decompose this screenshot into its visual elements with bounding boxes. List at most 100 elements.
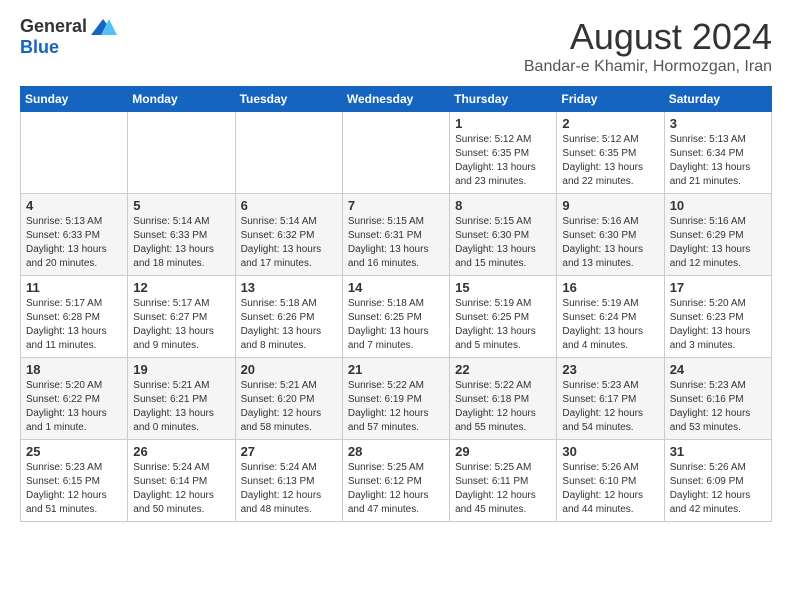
logo-icon xyxy=(89,17,117,37)
day-cell: 24 Sunrise: 5:23 AM Sunset: 6:16 PM Dayli… xyxy=(664,358,771,440)
day-number: 11 xyxy=(26,280,122,295)
logo-general-text: General xyxy=(20,16,87,37)
day-number: 26 xyxy=(133,444,229,459)
day-number: 16 xyxy=(562,280,658,295)
day-info: Sunrise: 5:24 AM Sunset: 6:13 PM Dayligh… xyxy=(241,461,337,517)
day-number: 18 xyxy=(26,362,122,377)
day-number: 4 xyxy=(26,198,122,213)
day-info: Sunrise: 5:13 AM Sunset: 6:33 PM Dayligh… xyxy=(26,215,122,271)
day-number: 8 xyxy=(455,198,551,213)
day-number: 23 xyxy=(562,362,658,377)
day-info: Sunrise: 5:20 AM Sunset: 6:23 PM Dayligh… xyxy=(670,297,766,353)
day-info: Sunrise: 5:23 AM Sunset: 6:17 PM Dayligh… xyxy=(562,379,658,435)
day-number: 25 xyxy=(26,444,122,459)
day-cell: 9 Sunrise: 5:16 AM Sunset: 6:30 PM Daylig… xyxy=(557,194,664,276)
header-cell-monday: Monday xyxy=(128,87,235,112)
day-info: Sunrise: 5:16 AM Sunset: 6:30 PM Dayligh… xyxy=(562,215,658,271)
day-number: 24 xyxy=(670,362,766,377)
day-cell: 22 Sunrise: 5:22 AM Sunset: 6:18 PM Dayli… xyxy=(450,358,557,440)
day-number: 22 xyxy=(455,362,551,377)
day-info: Sunrise: 5:13 AM Sunset: 6:34 PM Dayligh… xyxy=(670,133,766,189)
day-cell: 31Sunrise: 5:26 AM Sunset: 6:09 PM Dayli… xyxy=(664,440,771,522)
day-cell: 5 Sunrise: 5:14 AM Sunset: 6:33 PM Daylig… xyxy=(128,194,235,276)
day-number: 28 xyxy=(348,444,444,459)
day-info: Sunrise: 5:12 AM Sunset: 6:35 PM Dayligh… xyxy=(562,133,658,189)
day-cell: 10Sunrise: 5:16 AM Sunset: 6:29 PM Dayli… xyxy=(664,194,771,276)
day-number: 5 xyxy=(133,198,229,213)
logo: General Blue xyxy=(20,16,117,58)
day-info: Sunrise: 5:17 AM Sunset: 6:27 PM Dayligh… xyxy=(133,297,229,353)
day-cell: 29 Sunrise: 5:25 AM Sunset: 6:11 PM Dayli… xyxy=(450,440,557,522)
day-cell: 6 Sunrise: 5:14 AM Sunset: 6:32 PM Daylig… xyxy=(235,194,342,276)
day-cell xyxy=(128,112,235,194)
day-number: 15 xyxy=(455,280,551,295)
day-info: Sunrise: 5:12 AM Sunset: 6:35 PM Dayligh… xyxy=(455,133,551,189)
day-cell: 23 Sunrise: 5:23 AM Sunset: 6:17 PM Dayli… xyxy=(557,358,664,440)
day-info: Sunrise: 5:20 AM Sunset: 6:22 PM Dayligh… xyxy=(26,379,122,435)
week-row-2: 4 Sunrise: 5:13 AM Sunset: 6:33 PM Daylig… xyxy=(21,194,772,276)
week-row-1: 1 Sunrise: 5:12 AM Sunset: 6:35 PM Daylig… xyxy=(21,112,772,194)
day-info: Sunrise: 5:17 AM Sunset: 6:28 PM Dayligh… xyxy=(26,297,122,353)
day-info: Sunrise: 5:18 AM Sunset: 6:26 PM Dayligh… xyxy=(241,297,337,353)
logo-blue-text: Blue xyxy=(20,37,59,58)
day-info: Sunrise: 5:23 AM Sunset: 6:16 PM Dayligh… xyxy=(670,379,766,435)
day-cell: 14Sunrise: 5:18 AM Sunset: 6:25 PM Dayli… xyxy=(342,276,449,358)
day-cell: 16 Sunrise: 5:19 AM Sunset: 6:24 PM Dayli… xyxy=(557,276,664,358)
day-cell: 12 Sunrise: 5:17 AM Sunset: 6:27 PM Dayli… xyxy=(128,276,235,358)
day-cell: 18 Sunrise: 5:20 AM Sunset: 6:22 PM Dayli… xyxy=(21,358,128,440)
day-info: Sunrise: 5:26 AM Sunset: 6:10 PM Dayligh… xyxy=(562,461,658,517)
day-number: 1 xyxy=(455,116,551,131)
day-number: 3 xyxy=(670,116,766,131)
title-section: August 2024 Bandar-e Khamir, Hormozgan, … xyxy=(524,16,772,76)
day-info: Sunrise: 5:24 AM Sunset: 6:14 PM Dayligh… xyxy=(133,461,229,517)
day-cell: 13 Sunrise: 5:18 AM Sunset: 6:26 PM Dayli… xyxy=(235,276,342,358)
calendar-table: SundayMondayTuesdayWednesdayThursdayFrid… xyxy=(20,86,772,522)
header-cell-wednesday: Wednesday xyxy=(342,87,449,112)
day-info: Sunrise: 5:21 AM Sunset: 6:20 PM Dayligh… xyxy=(241,379,337,435)
day-cell: 8Sunrise: 5:15 AM Sunset: 6:30 PM Daylig… xyxy=(450,194,557,276)
day-cell: 11 Sunrise: 5:17 AM Sunset: 6:28 PM Dayli… xyxy=(21,276,128,358)
day-number: 30 xyxy=(562,444,658,459)
day-cell: 17 Sunrise: 5:20 AM Sunset: 6:23 PM Dayli… xyxy=(664,276,771,358)
day-number: 9 xyxy=(562,198,658,213)
day-cell: 30 Sunrise: 5:26 AM Sunset: 6:10 PM Dayli… xyxy=(557,440,664,522)
day-number: 17 xyxy=(670,280,766,295)
day-number: 19 xyxy=(133,362,229,377)
page-header: General Blue August 2024 Bandar-e Khamir… xyxy=(20,16,772,76)
day-cell: 3 Sunrise: 5:13 AM Sunset: 6:34 PM Daylig… xyxy=(664,112,771,194)
day-number: 20 xyxy=(241,362,337,377)
day-cell xyxy=(342,112,449,194)
day-info: Sunrise: 5:16 AM Sunset: 6:29 PM Dayligh… xyxy=(670,215,766,271)
day-info: Sunrise: 5:22 AM Sunset: 6:19 PM Dayligh… xyxy=(348,379,444,435)
day-number: 29 xyxy=(455,444,551,459)
day-info: Sunrise: 5:15 AM Sunset: 6:31 PM Dayligh… xyxy=(348,215,444,271)
day-info: Sunrise: 5:14 AM Sunset: 6:33 PM Dayligh… xyxy=(133,215,229,271)
day-info: Sunrise: 5:21 AM Sunset: 6:21 PM Dayligh… xyxy=(133,379,229,435)
day-cell: 15Sunrise: 5:19 AM Sunset: 6:25 PM Dayli… xyxy=(450,276,557,358)
day-cell: 19 Sunrise: 5:21 AM Sunset: 6:21 PM Dayli… xyxy=(128,358,235,440)
week-row-4: 18 Sunrise: 5:20 AM Sunset: 6:22 PM Dayli… xyxy=(21,358,772,440)
day-number: 12 xyxy=(133,280,229,295)
day-info: Sunrise: 5:25 AM Sunset: 6:11 PM Dayligh… xyxy=(455,461,551,517)
header-row: SundayMondayTuesdayWednesdayThursdayFrid… xyxy=(21,87,772,112)
day-number: 6 xyxy=(241,198,337,213)
day-info: Sunrise: 5:22 AM Sunset: 6:18 PM Dayligh… xyxy=(455,379,551,435)
day-info: Sunrise: 5:26 AM Sunset: 6:09 PM Dayligh… xyxy=(670,461,766,517)
week-row-3: 11 Sunrise: 5:17 AM Sunset: 6:28 PM Dayli… xyxy=(21,276,772,358)
header-cell-sunday: Sunday xyxy=(21,87,128,112)
day-number: 14 xyxy=(348,280,444,295)
header-cell-tuesday: Tuesday xyxy=(235,87,342,112)
day-cell xyxy=(21,112,128,194)
day-cell: 20 Sunrise: 5:21 AM Sunset: 6:20 PM Dayli… xyxy=(235,358,342,440)
day-info: Sunrise: 5:19 AM Sunset: 6:24 PM Dayligh… xyxy=(562,297,658,353)
day-cell xyxy=(235,112,342,194)
day-number: 13 xyxy=(241,280,337,295)
header-cell-thursday: Thursday xyxy=(450,87,557,112)
header-cell-friday: Friday xyxy=(557,87,664,112)
day-number: 2 xyxy=(562,116,658,131)
day-number: 7 xyxy=(348,198,444,213)
day-cell: 1 Sunrise: 5:12 AM Sunset: 6:35 PM Daylig… xyxy=(450,112,557,194)
day-cell: 2 Sunrise: 5:12 AM Sunset: 6:35 PM Daylig… xyxy=(557,112,664,194)
day-info: Sunrise: 5:14 AM Sunset: 6:32 PM Dayligh… xyxy=(241,215,337,271)
header-cell-saturday: Saturday xyxy=(664,87,771,112)
